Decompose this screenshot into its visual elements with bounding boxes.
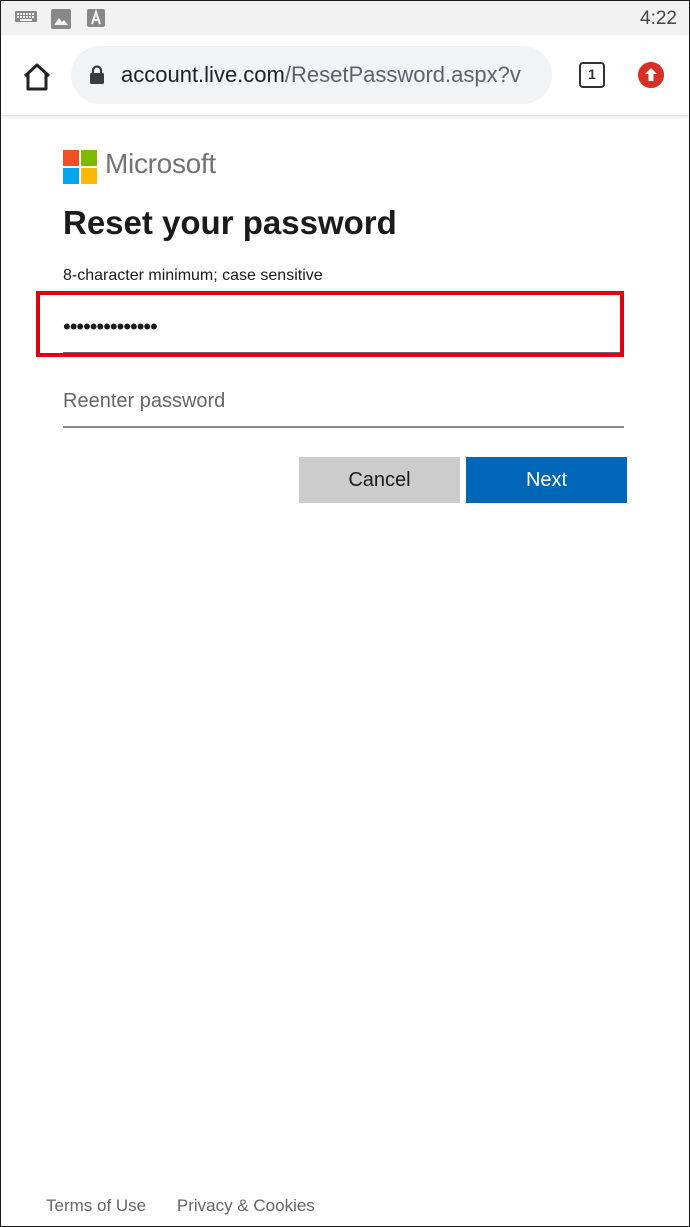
url-text: account.live.com/ResetPassword.aspx?v xyxy=(121,62,521,88)
page-title: Reset your password xyxy=(63,204,397,241)
status-bar: 4:22 xyxy=(1,1,689,35)
update-icon[interactable] xyxy=(638,62,664,88)
device-frame xyxy=(0,0,690,1227)
url-host: account.live.com xyxy=(121,62,285,87)
browser-toolbar: account.live.com/ResetPassword.aspx?v 1 xyxy=(1,35,689,115)
next-button[interactable]: Next xyxy=(466,457,627,503)
tab-switcher-button[interactable]: 1 xyxy=(579,62,605,88)
font-icon xyxy=(87,9,105,27)
image-icon xyxy=(51,9,71,29)
home-icon[interactable] xyxy=(19,59,55,95)
keyboard-icon xyxy=(15,11,37,22)
highlight-box xyxy=(36,291,624,357)
cancel-button[interactable]: Cancel xyxy=(299,457,460,503)
privacy-link[interactable]: Privacy & Cookies xyxy=(177,1196,315,1215)
microsoft-logo-icon xyxy=(63,150,97,184)
brand-name: Microsoft xyxy=(105,148,216,179)
status-time: 4:22 xyxy=(640,8,677,29)
password-hint: 8-character minimum; case sensitive xyxy=(63,267,323,284)
footer: Terms of Use Privacy & Cookies xyxy=(46,1196,341,1216)
address-bar[interactable]: account.live.com/ResetPassword.aspx?v xyxy=(71,46,552,104)
lock-icon xyxy=(90,65,104,84)
reenter-password-input[interactable]: Reenter password xyxy=(63,380,624,428)
url-path: /ResetPassword.aspx?v xyxy=(284,62,521,87)
reenter-placeholder: Reenter password xyxy=(63,390,226,412)
terms-link[interactable]: Terms of Use xyxy=(46,1196,146,1215)
